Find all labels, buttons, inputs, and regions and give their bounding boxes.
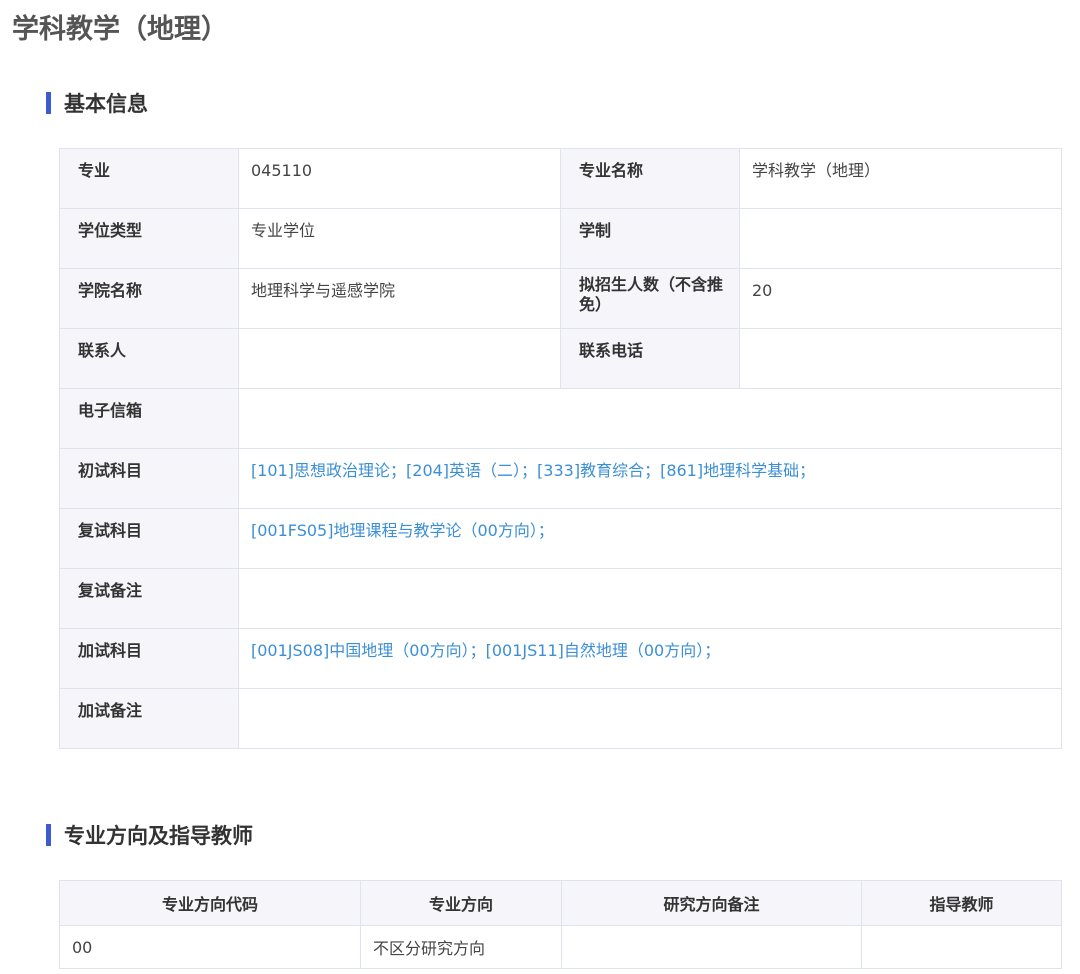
prelim-subjects-label: 初试科目 [59,448,239,509]
header-direction-code: 专业方向代码 [59,880,361,926]
enroll-value: 20 [739,268,1062,329]
cell-direction: 不区分研究方向 [360,925,562,969]
section-title-directions: 专业方向及指导教师 [46,820,253,850]
table-header-row: 专业方向代码 专业方向 研究方向备注 指导教师 [59,880,1062,926]
table-row: 学院名称 地理科学与遥感学院 拟招生人数（不含推免） 20 [59,268,1062,329]
major-value: 045110 [238,148,561,209]
table-row: 专业 045110 专业名称 学科教学（地理） [59,148,1062,209]
email-value [238,388,1062,449]
extra-subjects-label: 加试科目 [59,628,239,689]
college-label: 学院名称 [59,268,239,329]
table-row: 复试备注 [59,568,1062,629]
major-name-label: 专业名称 [560,148,740,209]
retest-note-value [238,568,1062,629]
cell-research-note [561,925,862,969]
table-row: 电子信箱 [59,388,1062,449]
prelim-subjects-value[interactable]: [101]思想政治理论；[204]英语（二）；[333]教育综合；[861]地理… [238,448,1062,509]
header-research-note: 研究方向备注 [561,880,862,926]
directions-table: 专业方向代码 专业方向 研究方向备注 指导教师 00 不区分研究方向 [59,880,1062,969]
section-title-text: 专业方向及指导教师 [64,824,253,848]
table-row: 复试科目 [001FS05]地理课程与教学论（00方向）； [59,508,1062,569]
degree-type-value: 专业学位 [238,208,561,269]
major-label: 专业 [59,148,239,209]
duration-value [739,208,1062,269]
enroll-label: 拟招生人数（不含推免） [560,268,740,329]
table-row: 联系人 联系电话 [59,328,1062,389]
phone-value [739,328,1062,389]
contact-label: 联系人 [59,328,239,389]
section-title-basic-info: 基本信息 [46,88,148,118]
retest-note-label: 复试备注 [59,568,239,629]
extra-note-value [238,688,1062,749]
table-row: 加试科目 [001JS08]中国地理（00方向）；[001JS11]自然地理（0… [59,628,1062,689]
phone-label: 联系电话 [560,328,740,389]
section-accent-bar [46,92,51,114]
extra-note-label: 加试备注 [59,688,239,749]
retest-subjects-value[interactable]: [001FS05]地理课程与教学论（00方向）； [238,508,1062,569]
header-direction: 专业方向 [360,880,562,926]
page-title: 学科教学（地理） [12,14,228,45]
major-name-value: 学科教学（地理） [739,148,1062,209]
section-accent-bar [46,824,51,846]
cell-advisor [861,925,1062,969]
table-row: 初试科目 [101]思想政治理论；[204]英语（二）；[333]教育综合；[8… [59,448,1062,509]
email-label: 电子信箱 [59,388,239,449]
header-advisor: 指导教师 [861,880,1062,926]
degree-type-label: 学位类型 [59,208,239,269]
section-title-text: 基本信息 [64,92,148,116]
basic-info-table: 专业 045110 专业名称 学科教学（地理） 学位类型 专业学位 学制 学院名… [59,148,1062,749]
contact-value [238,328,561,389]
college-value: 地理科学与遥感学院 [238,268,561,329]
extra-subjects-value[interactable]: [001JS08]中国地理（00方向）；[001JS11]自然地理（00方向）； [238,628,1062,689]
table-row: 加试备注 [59,688,1062,749]
table-row: 学位类型 专业学位 学制 [59,208,1062,269]
duration-label: 学制 [560,208,740,269]
table-row: 00 不区分研究方向 [59,925,1062,969]
retest-subjects-label: 复试科目 [59,508,239,569]
cell-direction-code: 00 [59,925,361,969]
